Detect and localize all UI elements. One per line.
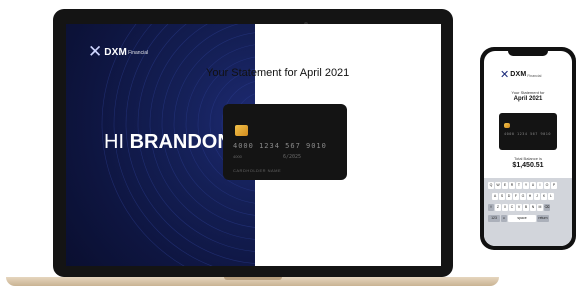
emoji-key[interactable]: ☺ bbox=[501, 215, 507, 222]
keyboard-row-4: 123 ☺ space return bbox=[488, 215, 550, 222]
key[interactable]: W bbox=[495, 182, 501, 189]
key[interactable]: Z bbox=[495, 204, 501, 211]
key[interactable]: S bbox=[499, 193, 505, 200]
key[interactable]: U bbox=[530, 182, 536, 189]
phone-credit-card: 4000 1234 567 9010 bbox=[499, 113, 557, 150]
key[interactable]: N bbox=[530, 204, 536, 211]
greeting-name: BRANDON bbox=[129, 131, 232, 153]
key[interactable]: C bbox=[509, 204, 515, 211]
phone-dxm-logo-subtext: Financial bbox=[527, 73, 542, 78]
key[interactable]: J bbox=[534, 193, 540, 200]
phone-card-number: 4000 1234 567 9010 bbox=[504, 132, 551, 136]
key[interactable]: D bbox=[506, 193, 512, 200]
shift-key[interactable]: ⇧ bbox=[488, 204, 494, 211]
keyboard-row-2: A S D F G H J K L bbox=[492, 193, 555, 200]
on-screen-keyboard: Q W E R T Y U I O P A S D F G H J K L ⇧ … bbox=[484, 178, 572, 246]
dxm-logo-subtext: Financial bbox=[128, 50, 149, 56]
key[interactable]: H bbox=[527, 193, 533, 200]
keyboard-row-1: Q W E R T Y U I O P bbox=[488, 182, 558, 189]
card-short-number: 4000 bbox=[233, 154, 242, 159]
phone-dxm-logo: ✕ DXM Financial bbox=[500, 68, 541, 81]
card-number: 4000 1234 567 9010 bbox=[233, 142, 327, 150]
greeting-prefix: HI bbox=[104, 131, 130, 153]
balance-label: Total Balance is bbox=[513, 156, 542, 161]
key[interactable]: O bbox=[544, 182, 550, 189]
key[interactable]: B bbox=[523, 204, 529, 211]
phone-dxm-logo-text: DXM bbox=[510, 71, 527, 78]
backspace-key[interactable]: ⌫ bbox=[544, 204, 550, 211]
key[interactable]: L bbox=[548, 193, 554, 200]
key[interactable]: Y bbox=[523, 182, 529, 189]
dxm-logo-mark-icon: ✕ bbox=[88, 42, 103, 62]
key[interactable]: T bbox=[516, 182, 522, 189]
phone-notch bbox=[508, 50, 548, 56]
statement-title: Your Statement for April 2021 bbox=[206, 67, 350, 79]
space-key[interactable]: space bbox=[508, 215, 536, 222]
key[interactable]: E bbox=[502, 182, 508, 189]
card-expiry: 6/2025 bbox=[283, 154, 302, 160]
key[interactable]: P bbox=[551, 182, 557, 189]
phone-dxm-logo-mark-icon: ✕ bbox=[500, 68, 510, 81]
key[interactable]: Q bbox=[488, 182, 494, 189]
key[interactable]: K bbox=[541, 193, 547, 200]
return-key[interactable]: return bbox=[537, 215, 549, 222]
phone-statement-label: Your Statement for bbox=[511, 90, 545, 95]
key[interactable]: I bbox=[537, 182, 543, 189]
key[interactable]: M bbox=[537, 204, 543, 211]
key[interactable]: G bbox=[520, 193, 526, 200]
phone-statement-month: April 2021 bbox=[513, 96, 543, 102]
laptop-opening-notch bbox=[224, 277, 282, 280]
credit-card: 4000 1234 567 9010 4000 6/2025 CARDHOLDE… bbox=[223, 104, 347, 180]
phone-card-chip-icon bbox=[504, 123, 510, 128]
key[interactable]: R bbox=[509, 182, 515, 189]
key[interactable]: X bbox=[502, 204, 508, 211]
dxm-logo-text: DXM bbox=[104, 46, 128, 58]
keyboard-row-3: ⇧ Z X C V B N M ⌫ bbox=[488, 204, 551, 211]
key[interactable]: V bbox=[516, 204, 522, 211]
phone-screen: ✕ DXM Financial Your Statement for April… bbox=[484, 51, 572, 246]
card-holder: CARDHOLDER NAME bbox=[233, 168, 282, 173]
key[interactable]: A bbox=[492, 193, 498, 200]
greeting: HI BRANDON bbox=[104, 131, 232, 154]
card-chip-icon bbox=[235, 125, 248, 136]
key[interactable]: F bbox=[513, 193, 519, 200]
numbers-key[interactable]: 123 bbox=[488, 215, 500, 222]
dxm-logo: ✕ DXM Financial bbox=[88, 42, 148, 62]
balance-value: $1,450.51 bbox=[512, 162, 544, 169]
